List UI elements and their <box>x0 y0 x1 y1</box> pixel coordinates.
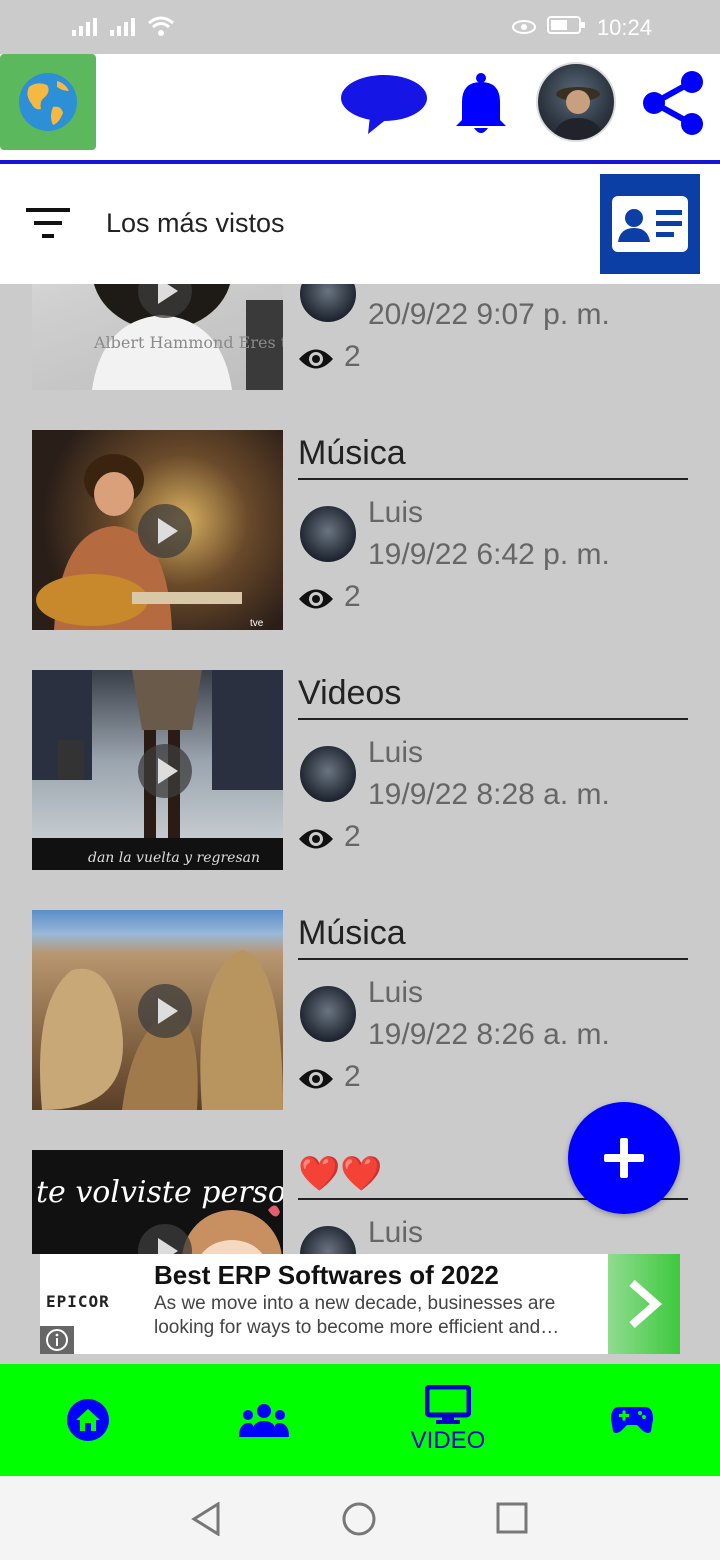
nav-home[interactable] <box>48 1364 128 1476</box>
recents-icon[interactable] <box>496 1502 528 1534</box>
video-user: Luis <box>368 1216 424 1249</box>
thumbnail-caption: tve <box>250 618 264 629</box>
video-date: 20/9/22 9:07 p. m. <box>368 298 610 331</box>
ad-title[interactable]: Best ERP Softwares of 2022 <box>154 1260 499 1291</box>
ad-brand-logo: EPICOR <box>46 1292 110 1311</box>
video-date: 19/9/22 6:42 p. m. <box>368 538 610 571</box>
clock: 10:24 <box>596 15 652 40</box>
ad-body: As we move into a new decade, businesses… <box>154 1293 560 1338</box>
video-date: 19/9/22 8:26 a. m. <box>368 1018 610 1051</box>
app-bar <box>0 54 720 164</box>
eye-icon <box>299 1069 333 1089</box>
category-underline <box>298 478 688 480</box>
eye-comfort-icon <box>511 15 537 41</box>
user-avatar <box>298 744 358 804</box>
nav-video-label: VIDEO <box>410 1427 486 1454</box>
list-item[interactable]: dan la vuelta y regresan Videos Luis 19/… <box>0 670 720 870</box>
filter-bar: Los más vistos <box>0 164 720 284</box>
chat-icon[interactable] <box>340 72 430 136</box>
nav-video[interactable]: VIDEO <box>388 1364 508 1476</box>
filter-icon[interactable] <box>26 208 70 240</box>
video-category: Música <box>298 914 406 952</box>
video-user: Luis <box>368 496 424 529</box>
list-item[interactable]: tve Música Luis 19/9/22 6:42 p. m. 2 <box>0 430 720 630</box>
user-avatar <box>298 1224 358 1254</box>
eye-icon <box>299 829 333 849</box>
ad-banner[interactable]: EPICOR Best ERP Softwares of 2022 As we … <box>40 1254 680 1354</box>
play-icon[interactable] <box>138 744 192 798</box>
id-card-icon[interactable] <box>600 174 700 274</box>
video-thumbnail[interactable]: dan la vuelta y regresan <box>32 670 283 870</box>
bell-icon[interactable] <box>452 72 510 136</box>
share-icon[interactable] <box>638 68 708 138</box>
thumbnail-caption: Albert Hammond Eres toda una mujer <box>93 333 283 352</box>
chevron-right-icon <box>629 1279 663 1329</box>
video-date: 19/9/22 8:28 a. m. <box>368 778 610 811</box>
add-button[interactable] <box>568 1102 680 1214</box>
nav-games[interactable] <box>592 1364 672 1476</box>
category-underline <box>298 958 688 960</box>
battery-icon <box>546 14 587 42</box>
video-thumbnail[interactable] <box>32 910 283 1110</box>
system-navigation <box>0 1476 720 1560</box>
eye-icon <box>299 349 333 369</box>
globe-icon[interactable] <box>0 54 96 150</box>
category-underline <box>298 718 688 720</box>
video-category: ❤️❤️ <box>298 1155 383 1193</box>
back-icon[interactable] <box>190 1502 222 1536</box>
nav-groups[interactable] <box>224 1364 304 1476</box>
plus-icon <box>604 1138 644 1178</box>
filter-label[interactable]: Los más vistos <box>106 208 285 239</box>
gamepad-icon <box>611 1407 653 1433</box>
profile-avatar[interactable] <box>536 62 616 142</box>
play-icon[interactable] <box>138 504 192 558</box>
ad-arrow-button[interactable] <box>608 1254 680 1354</box>
user-avatar <box>298 504 358 564</box>
signal-icon <box>70 14 100 44</box>
view-count: 2 <box>344 580 361 613</box>
video-thumbnail[interactable]: tve <box>32 430 283 630</box>
bottom-navigation: VIDEO <box>0 1364 720 1476</box>
view-count: 2 <box>344 820 361 853</box>
info-icon[interactable] <box>40 1326 74 1354</box>
signal-icon <box>108 14 138 44</box>
user-avatar <box>298 284 358 324</box>
video-user: Luis <box>368 736 424 769</box>
eye-icon <box>299 589 333 609</box>
home-icon <box>67 1399 109 1441</box>
video-thumbnail[interactable]: Albert Hammond Eres toda una mujer <box>32 284 283 390</box>
video-thumbnail[interactable]: te volviste persona <box>32 1150 283 1254</box>
group-icon <box>239 1404 289 1437</box>
video-category: Música <box>298 434 406 472</box>
wifi-icon <box>146 14 176 44</box>
thumbnail-caption: te volviste persona <box>36 1175 283 1210</box>
list-item[interactable]: Música Luis 19/9/22 8:26 a. m. 2 <box>0 910 720 1110</box>
play-icon[interactable] <box>138 984 192 1038</box>
user-avatar <box>298 984 358 1044</box>
monitor-icon <box>425 1385 471 1424</box>
video-user: Luis <box>368 976 424 1009</box>
video-category: Videos <box>298 674 402 712</box>
list-item[interactable]: Albert Hammond Eres toda una mujer 20/9/… <box>0 284 720 390</box>
thumbnail-caption: dan la vuelta y regresan <box>88 850 260 866</box>
home-circle-icon[interactable] <box>342 1502 376 1536</box>
status-bar: 10:24 <box>0 0 720 54</box>
view-count: 2 <box>344 1060 361 1093</box>
view-count: 2 <box>344 340 361 373</box>
